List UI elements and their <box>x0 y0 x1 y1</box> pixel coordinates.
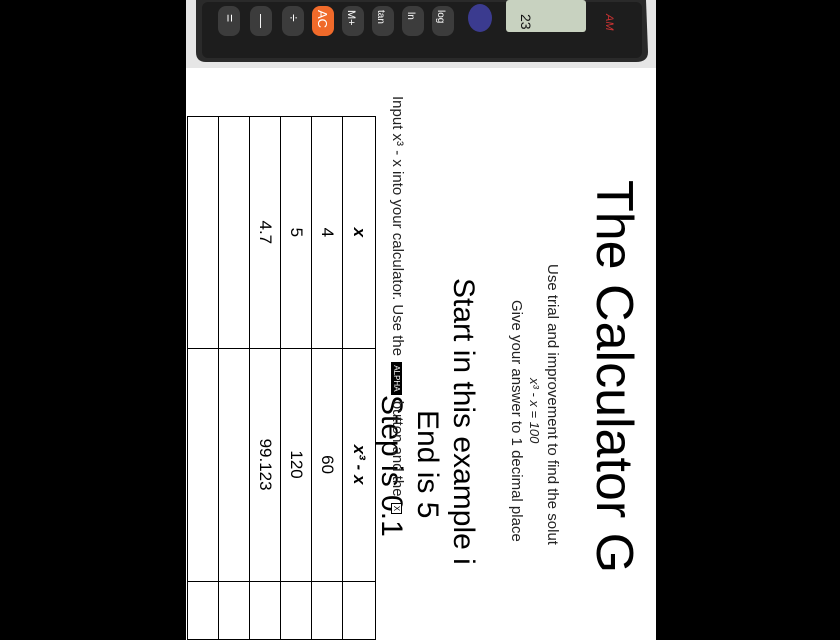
equation: x³ - x = 100 <box>527 378 542 444</box>
rotated-content: The Calculator G Use trial and improveme… <box>186 0 656 640</box>
cell-x: 5 <box>280 116 312 349</box>
cell-value: 60 <box>311 348 343 581</box>
cell-empty <box>280 581 312 640</box>
cell-x <box>218 116 250 349</box>
cell-x: 4 <box>311 116 343 349</box>
table-row <box>187 116 219 640</box>
table-row <box>218 116 250 640</box>
cell-empty <box>187 581 219 640</box>
cell-value <box>218 348 250 581</box>
x-key-icon: X <box>391 502 403 515</box>
input-prefix: Input x³ - x into your calculator. Use t… <box>389 96 406 357</box>
cell-value <box>187 348 219 581</box>
start-text: Start in this example i <box>447 278 480 565</box>
header-x3-x: x³ - x <box>342 348 376 581</box>
table-row: 4 60 <box>311 116 343 640</box>
input-middle: button and the <box>389 400 406 497</box>
table-row: 4.7 99.123 <box>249 116 281 640</box>
results-table: x x³ - x 4 60 5 120 4.7 99.123 <box>187 116 376 640</box>
header-x: x <box>342 116 376 349</box>
end-text: End is 5 <box>411 410 444 519</box>
table-row: 5 120 <box>280 116 312 640</box>
cell-x <box>187 116 219 349</box>
instruction-line-2: Give your answer to 1 decimal place <box>508 300 525 542</box>
cell-empty <box>311 581 343 640</box>
results-table-wrapper: x x³ - x 4 60 5 120 4.7 99.123 <box>187 116 376 640</box>
cell-x: 4.7 <box>249 116 281 349</box>
input-instruction: Input x³ - x into your calculator. Use t… <box>389 96 406 516</box>
instruction-line-1: Use trial and improvement to find the so… <box>544 264 561 545</box>
cell-value: 120 <box>280 348 312 581</box>
alpha-key-icon: ALPHA <box>391 362 403 395</box>
header-empty <box>342 581 376 640</box>
page-title: The Calculator G <box>585 180 643 574</box>
table-header-row: x x³ - x <box>342 116 376 640</box>
cell-empty <box>218 581 250 640</box>
cell-value: 99.123 <box>249 348 281 581</box>
cell-empty <box>249 581 281 640</box>
slide: 23 AM = — ÷ AC M+ tan ln log The Calcula… <box>186 0 656 640</box>
